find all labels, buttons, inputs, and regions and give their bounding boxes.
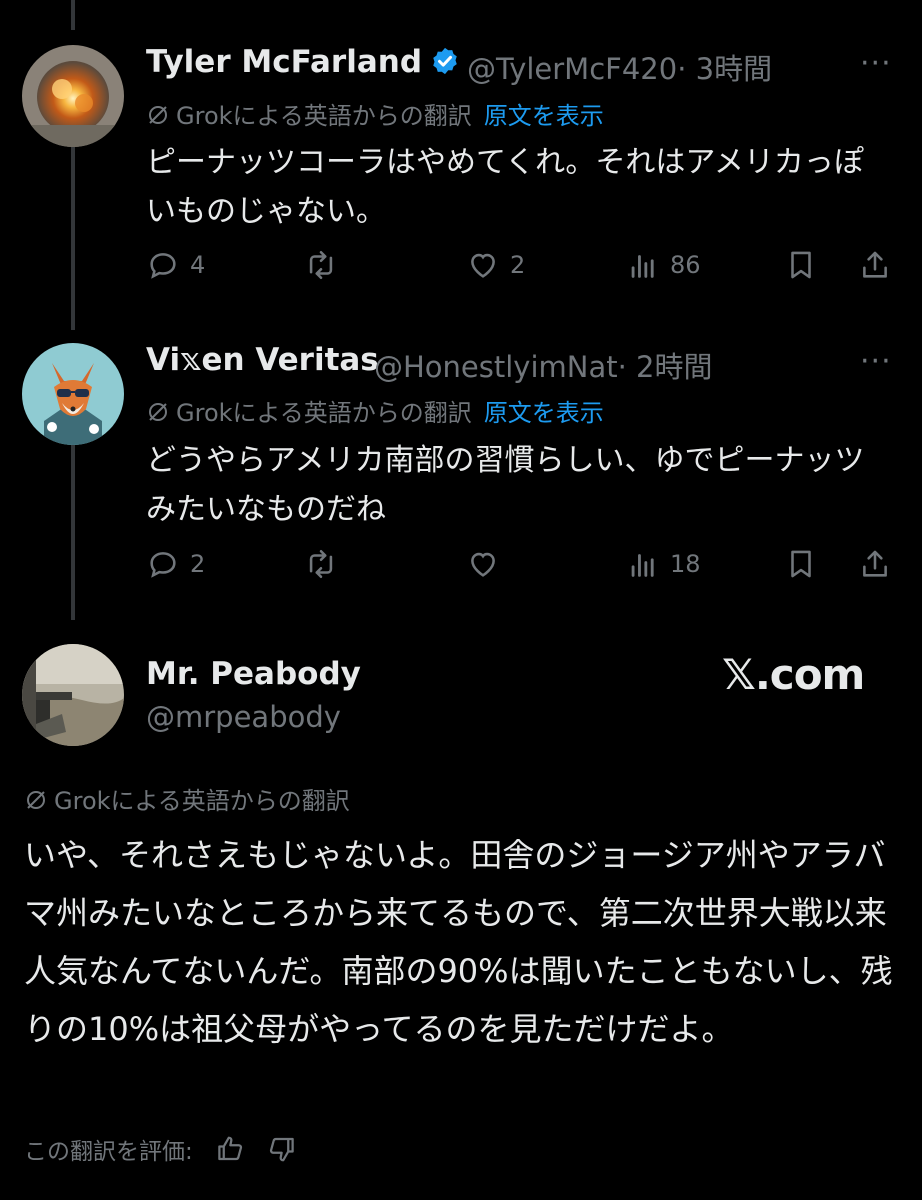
bookmark-icon <box>791 251 811 279</box>
handle[interactable]: @mrpeabody <box>146 700 341 734</box>
bookmark-button[interactable] <box>784 245 818 285</box>
reply-button[interactable]: 4 <box>146 245 205 285</box>
timestamp[interactable]: · 3時間 <box>677 52 772 86</box>
reply-count: 4 <box>190 251 206 279</box>
show-original-link[interactable]: 原文を表示 <box>484 399 604 427</box>
post-text: いや、それさえもじゃないよ。田舎のジョージア州やアラバマ州みたいなところから来て… <box>24 836 893 1048</box>
tweet-text: どうやらアメリカ南部の習慣らしい、ゆでピーナッツみたいなものだね <box>146 443 865 527</box>
repost-icon <box>309 250 333 280</box>
handle[interactable]: @HonestlyimNat <box>374 350 618 384</box>
heart-icon <box>471 253 495 278</box>
action-bar: 4 2 86 <box>146 245 906 285</box>
display-name[interactable]: Vi𝕩en Veritas <box>146 342 379 378</box>
like-button[interactable]: 2 <box>466 245 525 285</box>
like-button[interactable] <box>466 544 510 584</box>
thread-line-2 <box>71 444 75 620</box>
display-name[interactable]: Tyler McFarland <box>146 44 460 80</box>
heart-icon <box>471 552 495 577</box>
translate-slash-icon <box>149 403 167 421</box>
reply-icon <box>150 253 176 279</box>
avatar-mrpeabody[interactable] <box>22 644 124 746</box>
display-name-text[interactable]: Tyler McFarland <box>146 44 422 80</box>
reply-icon <box>150 552 176 578</box>
thread-line-top <box>71 0 75 30</box>
like-count: 2 <box>510 251 526 279</box>
more-options-icon[interactable]: ··· <box>860 344 892 379</box>
repost-icon <box>309 549 333 579</box>
share-button[interactable] <box>858 245 892 285</box>
verified-badge-icon <box>433 47 457 75</box>
thumbs-up-icon[interactable] <box>215 1134 245 1164</box>
share-icon <box>863 251 887 278</box>
handle-and-time[interactable]: @HonestlyimNat· 2時間 <box>374 344 713 386</box>
views-button[interactable]: 86 <box>626 245 701 285</box>
display-name[interactable]: Mr. Peabody <box>146 656 361 692</box>
avatar-vixen[interactable] <box>22 343 124 445</box>
tweet-text: ピーナッツコーラはやめてくれ。それはアメリカっぽいものじゃない。 <box>146 145 864 229</box>
action-bar: 2 18 <box>146 544 906 584</box>
bookmark-button[interactable] <box>784 544 818 584</box>
more-options-icon[interactable]: ··· <box>860 46 892 81</box>
views-chart-icon <box>631 554 654 577</box>
grok-label-text: Grokによる英語からの翻訳 <box>54 787 350 815</box>
bookmark-icon <box>791 550 811 578</box>
share-icon <box>863 550 887 577</box>
thumbs-down-icon[interactable] <box>267 1134 297 1164</box>
repost-button[interactable] <box>304 245 348 285</box>
grok-translation-label: Grokによる英語からの翻訳 原文を表示 <box>146 96 604 131</box>
translate-slash-icon <box>149 106 167 124</box>
handle-and-time[interactable]: @TylerMcF420· 3時間 <box>467 46 772 88</box>
grok-label-text: Grokによる英語からの翻訳 <box>176 399 472 427</box>
x-com-watermark: 𝕏.com <box>722 650 865 699</box>
timestamp[interactable]: · 2時間 <box>618 350 713 384</box>
views-count: 86 <box>670 251 701 279</box>
views-count: 18 <box>670 550 701 578</box>
grok-translation-label: Grokによる英語からの翻訳 原文を表示 <box>146 393 604 428</box>
views-chart-icon <box>631 255 654 278</box>
rate-label: この翻訳を評価: <box>24 1139 193 1165</box>
rate-translation: この翻訳を評価: <box>24 1132 297 1166</box>
share-button[interactable] <box>858 544 892 584</box>
views-button[interactable]: 18 <box>626 544 701 584</box>
grok-label-text: Grokによる英語からの翻訳 <box>176 102 472 130</box>
avatar-tyler[interactable] <box>22 45 124 147</box>
translate-slash-icon <box>27 791 45 809</box>
show-original-link[interactable]: 原文を表示 <box>484 102 604 130</box>
grok-translation-label: Grokによる英語からの翻訳 <box>24 781 350 816</box>
thread-line-1 <box>71 142 75 330</box>
reply-button[interactable]: 2 <box>146 544 205 584</box>
handle[interactable]: @TylerMcF420 <box>467 52 677 86</box>
reply-count: 2 <box>190 550 206 578</box>
repost-button[interactable] <box>304 544 348 584</box>
